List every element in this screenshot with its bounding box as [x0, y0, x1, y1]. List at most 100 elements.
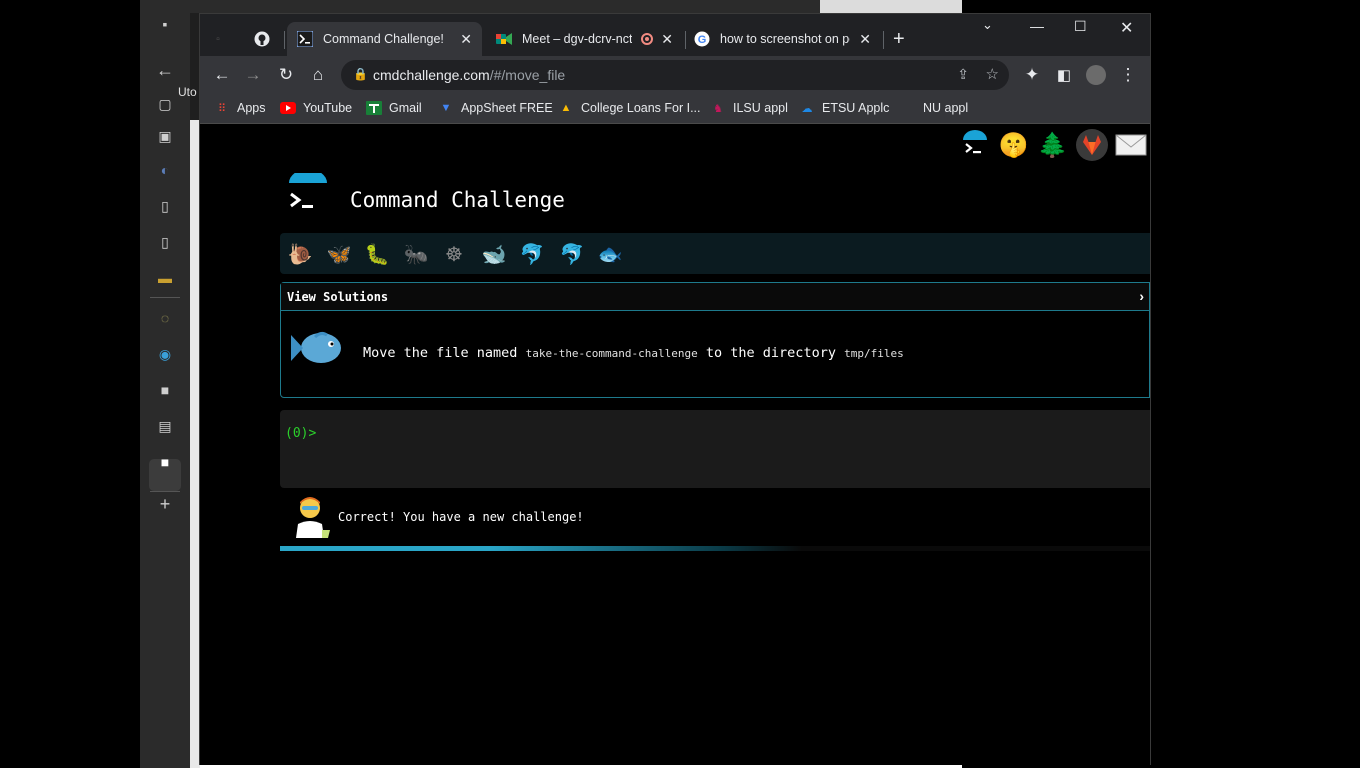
- camera-app-icon[interactable]: ■: [156, 453, 174, 471]
- camera-icon[interactable]: ▪: [156, 15, 174, 33]
- ilsu-icon: ♞: [713, 102, 723, 115]
- lock-icon[interactable]: 🔒: [353, 67, 368, 81]
- web-page: 🤫 🌲 Command Challenge 🐌 🦋 🐛 🐜 ☸ 🐋 🐬 🐬 🐟: [200, 125, 1150, 765]
- tabs-icon[interactable]: ▣: [156, 127, 174, 145]
- sidebar-divider-2: [150, 491, 180, 492]
- back-icon[interactable]: ←: [212, 65, 232, 85]
- top-right-icons: 🤫 🌲: [955, 128, 1150, 162]
- terminal-input[interactable]: (0)>: [280, 410, 1150, 488]
- bookmark-label: ETSU Applc: [822, 101, 890, 115]
- gitlab-icon[interactable]: [1072, 128, 1111, 162]
- tab-meet[interactable]: Meet – dgv-dcrv-nct ✕: [486, 22, 683, 56]
- back-arrow-icon[interactable]: ←: [156, 60, 174, 80]
- forward-icon[interactable]: →: [243, 65, 263, 85]
- add-icon[interactable]: +: [156, 494, 174, 514]
- tree-icon[interactable]: 🌲: [1033, 128, 1072, 162]
- tab-title: how to screenshot on pc: [720, 32, 850, 46]
- mail-icon[interactable]: [1111, 128, 1150, 162]
- site-title[interactable]: Command Challenge: [350, 188, 565, 212]
- loading-icon[interactable]: ◌: [156, 309, 174, 327]
- challenge-panel: View Solutions › Move the file named tak…: [280, 282, 1150, 398]
- svg-text:G: G: [698, 34, 707, 46]
- new-tab-button[interactable]: +: [893, 28, 905, 51]
- edge-logo-icon[interactable]: ◉: [156, 345, 174, 363]
- gmail-icon: [366, 100, 382, 116]
- appsheet-icon: ▼: [440, 102, 452, 114]
- browser-window: ▫ Command Challenge! ✕ Meet – dgv-dcrv-n…: [199, 13, 1151, 765]
- github-icon: [254, 31, 270, 47]
- google-icon: G: [694, 31, 710, 47]
- tab-github[interactable]: [254, 22, 278, 56]
- terminal-tab-icon[interactable]: ▤: [156, 417, 174, 435]
- task-text: Move the file named: [363, 345, 518, 361]
- extensions-icon[interactable]: ✦: [1022, 65, 1042, 85]
- url-path: /#/move_file: [489, 67, 566, 83]
- ship-wheel-icon[interactable]: ☸: [439, 239, 469, 269]
- bookmark-college-loans[interactable]: ▲ College Loans For I...: [558, 100, 701, 116]
- menu-icon[interactable]: ⋮: [1118, 65, 1138, 85]
- task-filename: take-the-command-challenge: [525, 347, 698, 360]
- close-tab-icon[interactable]: ✕: [460, 31, 472, 48]
- loans-icon: ▲: [560, 102, 572, 114]
- close-window-button[interactable]: ✕: [1120, 18, 1133, 38]
- edge-icon[interactable]: ◐: [156, 161, 174, 179]
- address-bar[interactable]: 🔒 cmdchallenge.com/#/move_file ⇪ ☆: [341, 60, 1009, 90]
- bookmark-etsu[interactable]: ☁ ETSU Applc: [799, 100, 890, 116]
- snail-icon[interactable]: 🐌: [285, 239, 315, 269]
- url-host: cmdchallenge.com: [373, 67, 490, 83]
- level-bar: 🐌 🦋 🐛 🐜 ☸ 🐋 🐬 🐬 🐟: [280, 233, 1150, 274]
- dolphin-icon-2[interactable]: 🐬: [557, 239, 587, 269]
- recording-icon: [641, 33, 653, 45]
- bookmark-star-icon[interactable]: ☆: [986, 65, 999, 83]
- shushing-face-icon[interactable]: 🤫: [994, 128, 1033, 162]
- card-icon[interactable]: ▬: [156, 269, 174, 287]
- tab-title: Command Challenge!: [323, 32, 444, 46]
- bookmark-youtube[interactable]: YouTube: [280, 100, 352, 116]
- profile-avatar-icon[interactable]: [1086, 65, 1106, 85]
- close-tab-icon[interactable]: ✕: [859, 31, 871, 48]
- whale-icon[interactable]: 🐋: [479, 239, 509, 269]
- close-tab-icon[interactable]: ✕: [661, 31, 673, 48]
- bookmark-nu[interactable]: NU appl: [900, 100, 968, 116]
- challenge-description: Move the file named take-the-command-cha…: [363, 345, 904, 361]
- meet-icon[interactable]: ■: [156, 381, 174, 399]
- page-icon[interactable]: ▢: [156, 95, 174, 113]
- site-logo[interactable]: [285, 169, 331, 219]
- ant-icon[interactable]: 🐜: [401, 239, 431, 269]
- fish-icon[interactable]: 🐟: [595, 239, 625, 269]
- caterpillar-icon[interactable]: 🐛: [362, 239, 392, 269]
- view-solutions-label[interactable]: View Solutions: [287, 290, 388, 304]
- terminal-icon: [297, 31, 313, 47]
- bookmark-ilsu[interactable]: ♞ ILSU appl: [710, 100, 788, 116]
- bookmarks-bar: ⠿ Apps YouTube Gmail ▼ AppSheet FREE ▲ Coll…: [200, 94, 1150, 124]
- tab-command-challenge[interactable]: Command Challenge! ✕: [287, 22, 482, 56]
- url-text[interactable]: cmdchallenge.com/#/move_file: [373, 67, 565, 83]
- maximize-button[interactable]: ☐: [1074, 18, 1087, 35]
- tab-search-icon[interactable]: ⌄: [982, 17, 993, 33]
- bookmark-appsheet[interactable]: ▼ AppSheet FREE: [438, 100, 553, 116]
- dolphin-icon[interactable]: 🐬: [517, 239, 547, 269]
- background-titlebar: [140, 0, 962, 13]
- butterfly-icon[interactable]: 🦋: [324, 239, 354, 269]
- background-tab-label[interactable]: Uto: [178, 85, 197, 99]
- bookmark-gmail[interactable]: Gmail: [366, 100, 422, 116]
- share-icon[interactable]: ⇪: [957, 66, 969, 83]
- tab-google-search[interactable]: G how to screenshot on pc ✕: [686, 22, 881, 56]
- feedback-message: Correct! You have a new challenge!: [338, 510, 584, 524]
- minimize-button[interactable]: —: [1030, 18, 1044, 34]
- google-meet-icon: [496, 31, 512, 47]
- document-icon[interactable]: ▯: [156, 197, 174, 215]
- document-icon-2[interactable]: ▯: [156, 233, 174, 251]
- bookmark-label: Apps: [237, 101, 266, 115]
- tab-blank[interactable]: ▫: [210, 22, 250, 56]
- view-solutions-header[interactable]: View Solutions ›: [281, 283, 1149, 311]
- terminal-logo-icon[interactable]: [955, 128, 994, 162]
- sidebar-divider: [150, 297, 180, 298]
- blank-tab-icon: ▫: [216, 33, 220, 45]
- bookmark-apps[interactable]: ⠿ Apps: [214, 100, 266, 116]
- home-icon[interactable]: ⌂: [308, 65, 328, 85]
- chevron-right-icon[interactable]: ›: [1139, 288, 1144, 304]
- side-panel-icon[interactable]: ◧: [1054, 65, 1074, 85]
- reload-icon[interactable]: ↻: [276, 65, 296, 85]
- tab-separator: [284, 31, 285, 49]
